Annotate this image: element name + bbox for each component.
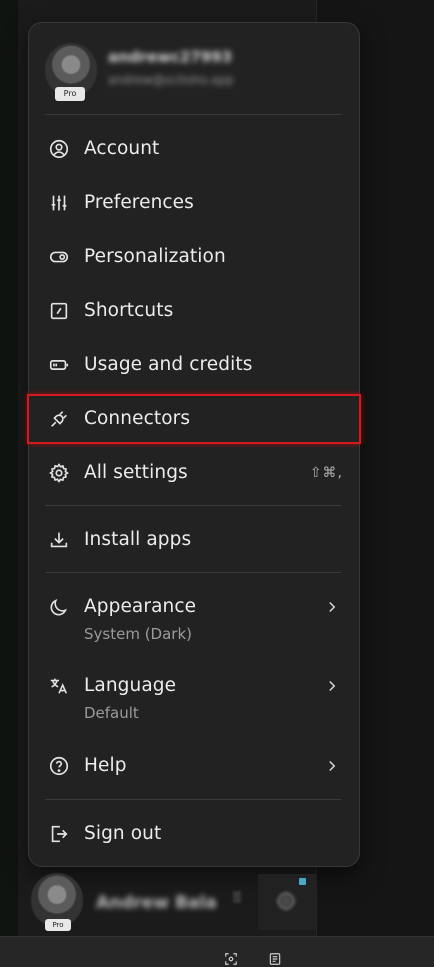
menu-item-preferences[interactable]: Preferences xyxy=(29,181,359,227)
menu-item-label: Sign out xyxy=(84,823,162,844)
profile-header: Pro andrewc27993 andrew@scitoho.app xyxy=(45,43,345,103)
document-icon[interactable] xyxy=(268,952,282,966)
profile-username: andrewc27993 xyxy=(108,48,233,66)
menu-item-appearance[interactable]: Appearance System (Dark) xyxy=(29,585,359,653)
help-circle-icon xyxy=(49,756,69,776)
footer-user-name: Andrew Bala xyxy=(96,893,217,913)
menu-item-label: Install apps xyxy=(84,529,192,550)
translate-icon xyxy=(50,678,68,694)
menu-item-label: Personalization xyxy=(84,246,226,267)
menu-item-label: Shortcuts xyxy=(84,300,174,321)
menu-item-all-settings[interactable]: All settings ⇧⌘, xyxy=(29,451,359,497)
menu-item-personalization[interactable]: Personalization xyxy=(29,235,359,281)
menu-item-label: Language xyxy=(84,675,177,696)
drag-handle-icon: ⠿ xyxy=(232,891,243,907)
window-edge xyxy=(0,0,18,936)
divider xyxy=(45,505,341,506)
moon-icon xyxy=(50,599,67,616)
menu-item-label: Account xyxy=(84,138,160,159)
chevron-right-icon xyxy=(329,680,336,692)
menu-item-language[interactable]: Language Default xyxy=(29,664,359,732)
account-menu: Pro andrewc27993 andrew@scitoho.app Acco… xyxy=(28,22,360,867)
menu-item-sign-out[interactable]: Sign out xyxy=(29,812,359,858)
divider xyxy=(45,799,341,800)
menu-item-label: Help xyxy=(84,755,127,776)
divider xyxy=(45,572,341,573)
gear-icon xyxy=(49,463,69,483)
user-circle-icon xyxy=(49,139,69,159)
divider xyxy=(45,114,341,115)
chevron-right-icon xyxy=(329,601,336,613)
menu-item-sublabel: System (Dark) xyxy=(84,625,193,643)
gear-icon xyxy=(275,890,297,912)
sidebar-user-button[interactable]: Pro Andrew Bala ⠿ xyxy=(18,868,316,936)
plan-badge: Pro xyxy=(55,87,85,101)
menu-item-install-apps[interactable]: Install apps xyxy=(29,518,359,564)
keyboard-shortcut: ⇧⌘, xyxy=(309,465,343,481)
menu-item-sublabel: Default xyxy=(84,704,139,722)
menu-item-label: Appearance xyxy=(84,596,197,617)
sliders-icon xyxy=(51,195,67,211)
menu-item-account[interactable]: Account xyxy=(29,127,359,173)
menu-item-shortcuts[interactable]: Shortcuts xyxy=(29,289,359,335)
menu-item-label: Preferences xyxy=(84,192,194,213)
plan-badge: Pro xyxy=(45,919,71,931)
connectors-highlight-box xyxy=(27,394,361,444)
sign-out-icon xyxy=(51,825,68,843)
menu-item-usage[interactable]: Usage and credits xyxy=(29,343,359,389)
battery-icon xyxy=(49,360,69,370)
screenshot-icon[interactable] xyxy=(224,952,238,966)
chevron-right-icon xyxy=(329,760,336,772)
toggle-icon xyxy=(49,251,69,263)
shortcut-square-icon xyxy=(50,302,68,320)
menu-item-label: Usage and credits xyxy=(84,354,253,375)
menu-item-help[interactable]: Help xyxy=(29,744,359,790)
bottom-toolbar xyxy=(0,936,434,967)
notification-dot xyxy=(299,878,306,885)
profile-email: andrew@scitoho.app xyxy=(108,73,234,87)
download-icon xyxy=(50,532,68,548)
menu-item-label: All settings xyxy=(84,462,188,483)
